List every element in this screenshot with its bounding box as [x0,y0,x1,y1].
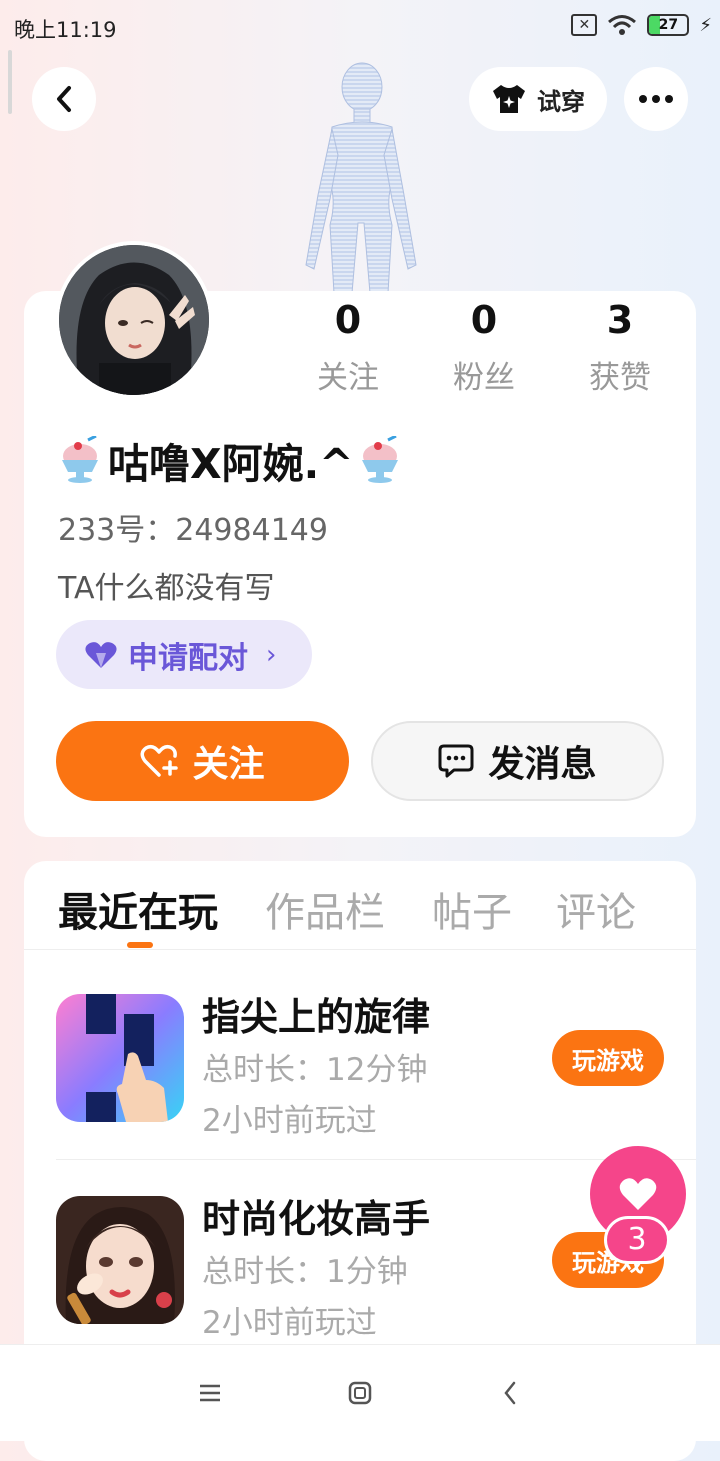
menu-lines-icon [200,1384,220,1402]
tab-comments[interactable]: 评论 [556,880,636,938]
more-dots-icon [639,95,673,103]
user-id: 233号：24984149 [58,513,328,548]
heart-icon [619,1178,657,1210]
following-count: 0 [334,298,362,342]
game-icon-makeup [56,1196,184,1324]
following-label: 关注 [317,360,379,396]
follow-label: 关注 [192,744,265,785]
game-name: 时尚化妆高手 [202,1197,431,1241]
tab-works[interactable]: 作品栏 [265,880,385,938]
like-count-badge: 3 [604,1216,670,1264]
heart-icon [85,641,117,668]
back-nav-button[interactable] [490,1373,530,1413]
username: 咕噜X阿婉.^ [58,430,404,490]
charging-icon: ⚡ [699,14,712,36]
chevron-left-icon [57,86,71,112]
avatar[interactable] [55,241,213,399]
followers-stat[interactable]: 0 粉丝 [424,298,544,397]
game-duration: 总时长：1分钟 [202,1254,408,1290]
tab-divider [24,949,696,950]
send-message-button[interactable]: 发消息 [371,721,664,801]
wifi-icon [608,15,637,35]
chevron-right-icon: › [266,639,277,670]
row-divider [56,1159,696,1160]
no-sim-icon: ✕ [571,14,598,36]
heart-plus-icon [140,744,179,777]
game-list-item[interactable]: 指尖上的旋律 总时长：12分钟 2小时前玩过 玩游戏 [24,994,696,1184]
apply-pair-button[interactable]: 申请配对 › [56,620,312,689]
avatar-3d-figure [305,62,417,294]
status-icons: ✕ 27 ⚡ [571,14,712,36]
send-message-label: 发消息 [488,744,597,785]
apply-pair-label: 申请配对 [128,640,248,676]
following-stat[interactable]: 0 关注 [288,298,408,397]
home-nav-button[interactable] [340,1373,380,1413]
status-bar: 晚上11:19 ✕ 27 ⚡ [0,0,720,56]
game-name: 指尖上的旋律 [202,995,431,1039]
followers-label: 粉丝 [453,360,515,396]
active-tab-indicator [127,942,153,948]
follow-button[interactable]: 关注 [56,721,349,801]
menu-nav-button[interactable] [190,1373,230,1413]
tab-recently-played[interactable]: 最近在玩 [58,880,218,938]
more-button[interactable] [624,67,688,131]
try-on-label: 试穿 [537,87,585,116]
game-icon-piano [56,994,184,1122]
likes-received-count: 3 [606,298,634,342]
try-on-button[interactable]: 试穿 [469,67,607,131]
likes-received-label: 获赞 [589,360,651,396]
system-nav-bar [0,1344,720,1441]
tab-posts[interactable]: 帖子 [432,880,512,938]
battery-icon: 27 [647,14,690,36]
back-button[interactable] [32,67,96,131]
shaved-ice-icon [361,436,398,483]
game-last-played: 2小时前玩过 [202,1305,377,1341]
scroll-indicator [8,50,12,114]
game-duration: 总时长：12分钟 [202,1052,428,1088]
likes-stat[interactable]: 3 获赞 [560,298,680,397]
status-time: 晚上11:19 [14,18,117,42]
game-last-played: 2小时前玩过 [202,1103,377,1139]
bio: TA什么都没有写 [58,571,275,606]
shirt-sparkle-icon [493,85,525,113]
chevron-left-icon [504,1381,516,1405]
avatar-illustration [59,245,209,395]
username-text: 咕噜X阿婉.^ [108,440,354,488]
home-square-icon [348,1381,372,1405]
chat-bubble-icon [438,744,474,778]
followers-count: 0 [470,298,498,342]
shaved-ice-icon [62,436,98,483]
play-game-button[interactable]: 玩游戏 [552,1030,664,1086]
